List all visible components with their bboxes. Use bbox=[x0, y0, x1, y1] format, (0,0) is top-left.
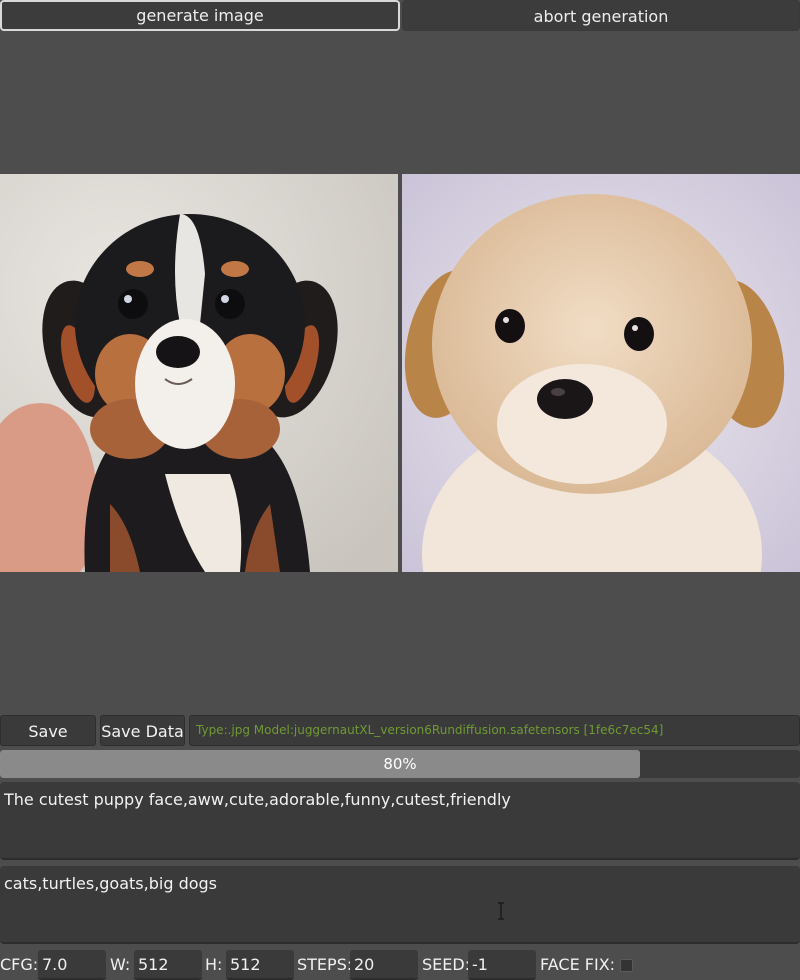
height-input[interactable]: 512 bbox=[226, 950, 294, 980]
text-cursor-icon bbox=[498, 902, 504, 920]
image-gallery bbox=[0, 174, 800, 572]
generated-image-right[interactable] bbox=[402, 174, 800, 572]
cfg-input[interactable]: 7.0 bbox=[38, 950, 106, 980]
width-input[interactable]: 512 bbox=[134, 950, 202, 980]
progress-label: 80% bbox=[383, 755, 417, 773]
seed-input[interactable]: -1 bbox=[468, 950, 536, 980]
seed-label: SEED: bbox=[422, 955, 471, 974]
negative-prompt-input[interactable]: cats,turtles,goats,big dogs bbox=[0, 866, 800, 944]
abort-generation-button[interactable]: abort generation bbox=[402, 0, 800, 31]
metadata-field[interactable]: Type:.jpg Model:juggernautXL_version6Run… bbox=[189, 715, 800, 746]
cfg-label: CFG: bbox=[0, 955, 39, 974]
width-label: W: bbox=[110, 955, 131, 974]
save-image-button[interactable]: Save Image bbox=[0, 715, 96, 772]
positive-prompt-input[interactable]: The cutest puppy face,aww,cute,adorable,… bbox=[0, 782, 800, 860]
generation-progress-bar: 80% bbox=[0, 750, 800, 778]
face-fix-checkbox[interactable] bbox=[620, 959, 633, 972]
top-toolbar: generate image abort generation bbox=[0, 0, 800, 32]
steps-input[interactable]: 20 bbox=[350, 950, 418, 980]
puppy-golden-image bbox=[402, 174, 800, 572]
action-row: Save Image Save Data Type:.jpg Model:jug… bbox=[0, 715, 800, 772]
generated-image-left[interactable] bbox=[0, 174, 398, 572]
generate-image-button[interactable]: generate image bbox=[0, 0, 400, 31]
puppy-bernese-image bbox=[0, 174, 398, 572]
face-fix-label: FACE FIX: bbox=[540, 955, 616, 974]
height-label: H: bbox=[205, 955, 223, 974]
parameters-row: CFG: 7.0 W: 512 H: 512 STEPS: 20 SEED: -… bbox=[0, 950, 800, 980]
save-data-button[interactable]: Save Data bbox=[100, 715, 185, 746]
steps-label: STEPS: bbox=[297, 955, 353, 974]
